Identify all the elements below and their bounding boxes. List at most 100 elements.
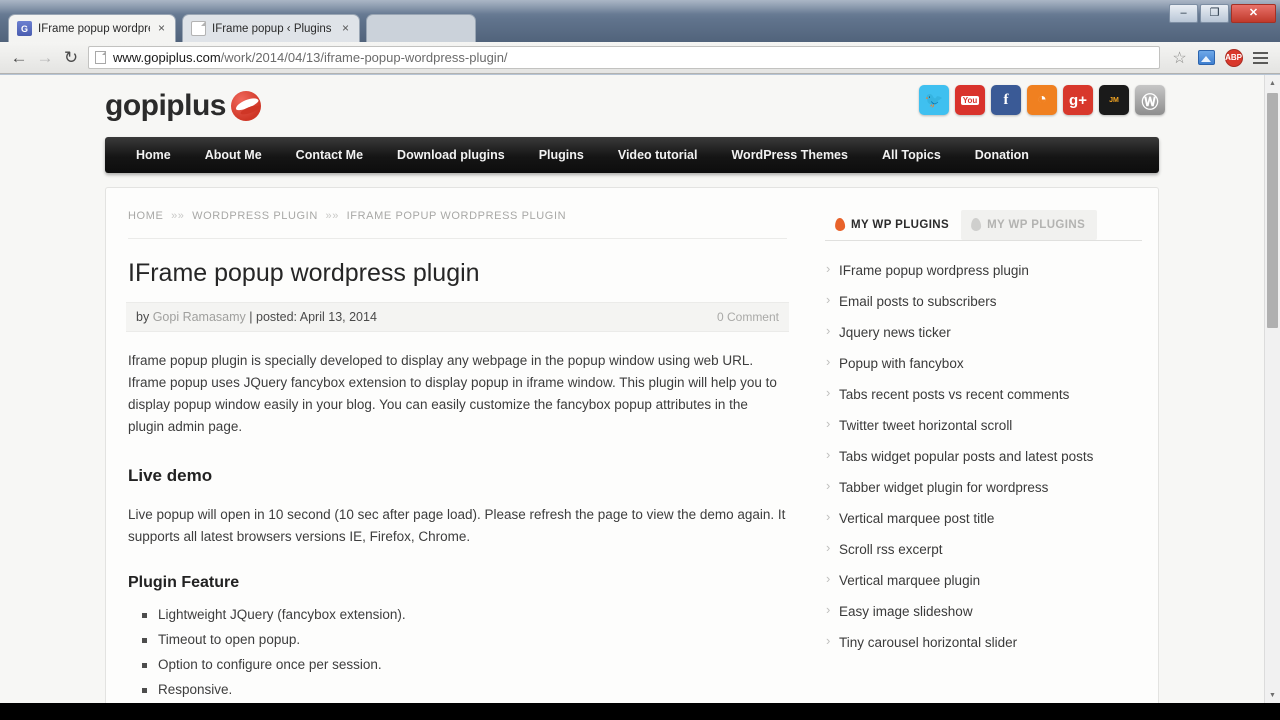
twitter-icon[interactable]: 🐦 [919,85,949,115]
gopiplus-g-favicon-icon: G [17,21,32,36]
joomla-icon[interactable]: JM [1099,85,1129,115]
tab-label: MY WP PLUGINS [851,218,950,231]
list-item[interactable]: Twitter tweet horizontal scroll [825,410,1142,441]
list-item[interactable]: Popup with fancybox [825,348,1142,379]
list-item[interactable]: Vertical marquee plugin [825,565,1142,596]
page-viewport: gopiplus 🐦 You f ◔ g+ JM Ⓦ Home About Me… [0,75,1280,703]
browser-tab-1[interactable]: G IFrame popup wordpress × [8,14,176,42]
scroll-up-arrow-icon[interactable]: ▲ [1265,75,1280,91]
nav-item-video-tutorial[interactable]: Video tutorial [601,148,715,162]
web-page: gopiplus 🐦 You f ◔ g+ JM Ⓦ Home About Me… [0,75,1264,703]
post-byline: by Gopi Ramasamy | posted: April 13, 201… [136,310,377,324]
plugin-feature-list: Lightweight JQuery (fancybox extension).… [140,602,787,702]
wordpress-icon[interactable]: Ⓦ [1135,85,1165,115]
forward-arrow-icon[interactable]: → [32,45,58,71]
nav-item-home[interactable]: Home [119,148,188,162]
bookmark-star-icon[interactable]: ☆ [1166,45,1193,71]
tab-label: MY WP PLUGINS [987,218,1086,231]
comment-count[interactable]: 0 Comment [717,310,779,324]
gopiplus-swirl-icon [230,91,261,121]
breadcrumb-item-wordpress-plugin[interactable]: WORDPRESS PLUGIN [192,210,318,222]
browser-toolbar: ← → ↻ www.gopiplus.com /work/2014/04/13/… [0,42,1280,74]
live-demo-paragraph: Live popup will open in 10 second (10 se… [128,507,786,544]
breadcrumb-separator-icon: »» [325,210,339,222]
hamburger-menu-icon[interactable] [1247,45,1274,71]
nav-item-download-plugins[interactable]: Download plugins [380,148,522,162]
browser-tab-1-close-icon[interactable]: × [154,21,169,36]
sidebar: MY WP PLUGINS MY WP PLUGINS IFrame popup… [811,188,1158,703]
live-demo-heading: Live demo [128,466,213,485]
rss-icon[interactable]: ◔ [1027,85,1057,115]
flame-icon [970,217,982,232]
image-extension-icon[interactable] [1193,45,1220,71]
google-plus-icon[interactable]: g+ [1063,85,1093,115]
tab-my-wp-plugins-active[interactable]: MY WP PLUGINS [825,210,962,240]
tab-my-wp-plugins-inactive[interactable]: MY WP PLUGINS [961,210,1098,240]
browser-tab-2-close-icon[interactable]: × [338,21,353,36]
browser-window: G IFrame popup wordpress × IFrame popup … [0,0,1280,703]
list-item[interactable]: Vertical marquee post title [825,503,1142,534]
list-item[interactable]: Tabs recent posts vs recent comments [825,379,1142,410]
list-item[interactable]: Tiny carousel horizontal slider [825,627,1142,658]
page-title: IFrame popup wordpress plugin [128,259,480,287]
facebook-icon[interactable]: f [991,85,1021,115]
list-item: Option to configure once per session. [140,652,787,677]
post-intro-paragraph: Iframe popup plugin is specially develop… [128,353,777,434]
list-item[interactable]: Jquery news ticker [825,317,1142,348]
url-path: /work/2014/04/13/iframe-popup-wordpress-… [220,50,508,65]
browser-tab-1-title: IFrame popup wordpress [38,22,150,35]
reload-icon[interactable]: ↻ [58,45,84,71]
browser-tab-2-title: IFrame popup ‹ Plugins D [212,22,334,35]
post-date: | posted: April 13, 2014 [249,310,377,324]
site-header: gopiplus 🐦 You f ◔ g+ JM Ⓦ [97,75,1167,137]
window-controls: – ❐ ✕ [1169,4,1276,23]
nav-item-wordpress-themes[interactable]: WordPress Themes [714,148,864,162]
breadcrumb: HOME »» WORDPRESS PLUGIN »» IFRAME POPUP… [128,210,787,239]
list-item[interactable]: IFrame popup wordpress plugin [825,255,1142,286]
nav-item-donation[interactable]: Donation [958,148,1046,162]
browser-tab-3[interactable] [366,14,476,42]
window-close-button[interactable]: ✕ [1231,4,1276,23]
window-minimize-button[interactable]: – [1169,4,1198,23]
youtube-icon[interactable]: You [955,85,985,115]
window-maximize-button[interactable]: ❐ [1200,4,1229,23]
sidebar-tab-bar: MY WP PLUGINS MY WP PLUGINS [825,210,1142,241]
sidebar-plugin-list: IFrame popup wordpress plugin Email post… [825,255,1142,658]
list-item: Timeout to open popup. [140,627,787,652]
address-bar[interactable]: www.gopiplus.com /work/2014/04/13/iframe… [88,46,1160,69]
page-info-icon[interactable] [95,51,106,64]
post-by-label: by [136,310,150,324]
nav-item-contact-me[interactable]: Contact Me [279,148,380,162]
nav-item-all-topics[interactable]: All Topics [865,148,958,162]
generic-page-favicon-icon [191,21,206,36]
site-main-nav: Home About Me Contact Me Download plugin… [105,137,1159,173]
breadcrumb-separator-icon: »» [171,210,185,222]
adblock-plus-icon[interactable]: ABP [1220,45,1247,71]
list-item[interactable]: Easy image slideshow [825,596,1142,627]
list-item[interactable]: Email posts to subscribers [825,286,1142,317]
nav-item-about-me[interactable]: About Me [188,148,279,162]
social-icon-bar: 🐦 You f ◔ g+ JM Ⓦ [919,85,1165,115]
page-scrollbar[interactable]: ▲ ▼ [1264,75,1280,703]
scroll-down-arrow-icon[interactable]: ▼ [1265,687,1280,703]
back-arrow-icon[interactable]: ← [6,45,32,71]
list-item: Lightweight JQuery (fancybox extension). [140,602,787,627]
site-logo-text: gopiplus [105,89,226,122]
site-logo[interactable]: gopiplus [105,89,261,123]
plugin-feature-heading: Plugin Feature [128,574,240,591]
flame-icon [834,217,846,232]
browser-tab-2[interactable]: IFrame popup ‹ Plugins D × [182,14,360,42]
list-item[interactable]: Scroll rss excerpt [825,534,1142,565]
content-card: HOME »» WORDPRESS PLUGIN »» IFRAME POPUP… [105,187,1159,703]
post-meta: by Gopi Ramasamy | posted: April 13, 201… [126,302,789,332]
breadcrumb-item-home[interactable]: HOME [128,210,163,222]
list-item[interactable]: Tabber widget plugin for wordpress [825,472,1142,503]
nav-item-plugins[interactable]: Plugins [522,148,601,162]
url-host: www.gopiplus.com [113,50,221,65]
list-item[interactable]: Tabs widget popular posts and latest pos… [825,441,1142,472]
tab-strip: G IFrame popup wordpress × IFrame popup … [0,0,1280,42]
scrollbar-thumb[interactable] [1267,93,1278,328]
main-column: HOME »» WORDPRESS PLUGIN »» IFRAME POPUP… [106,188,811,703]
post-author[interactable]: Gopi Ramasamy [153,310,246,324]
list-item: Responsive. [140,677,787,702]
